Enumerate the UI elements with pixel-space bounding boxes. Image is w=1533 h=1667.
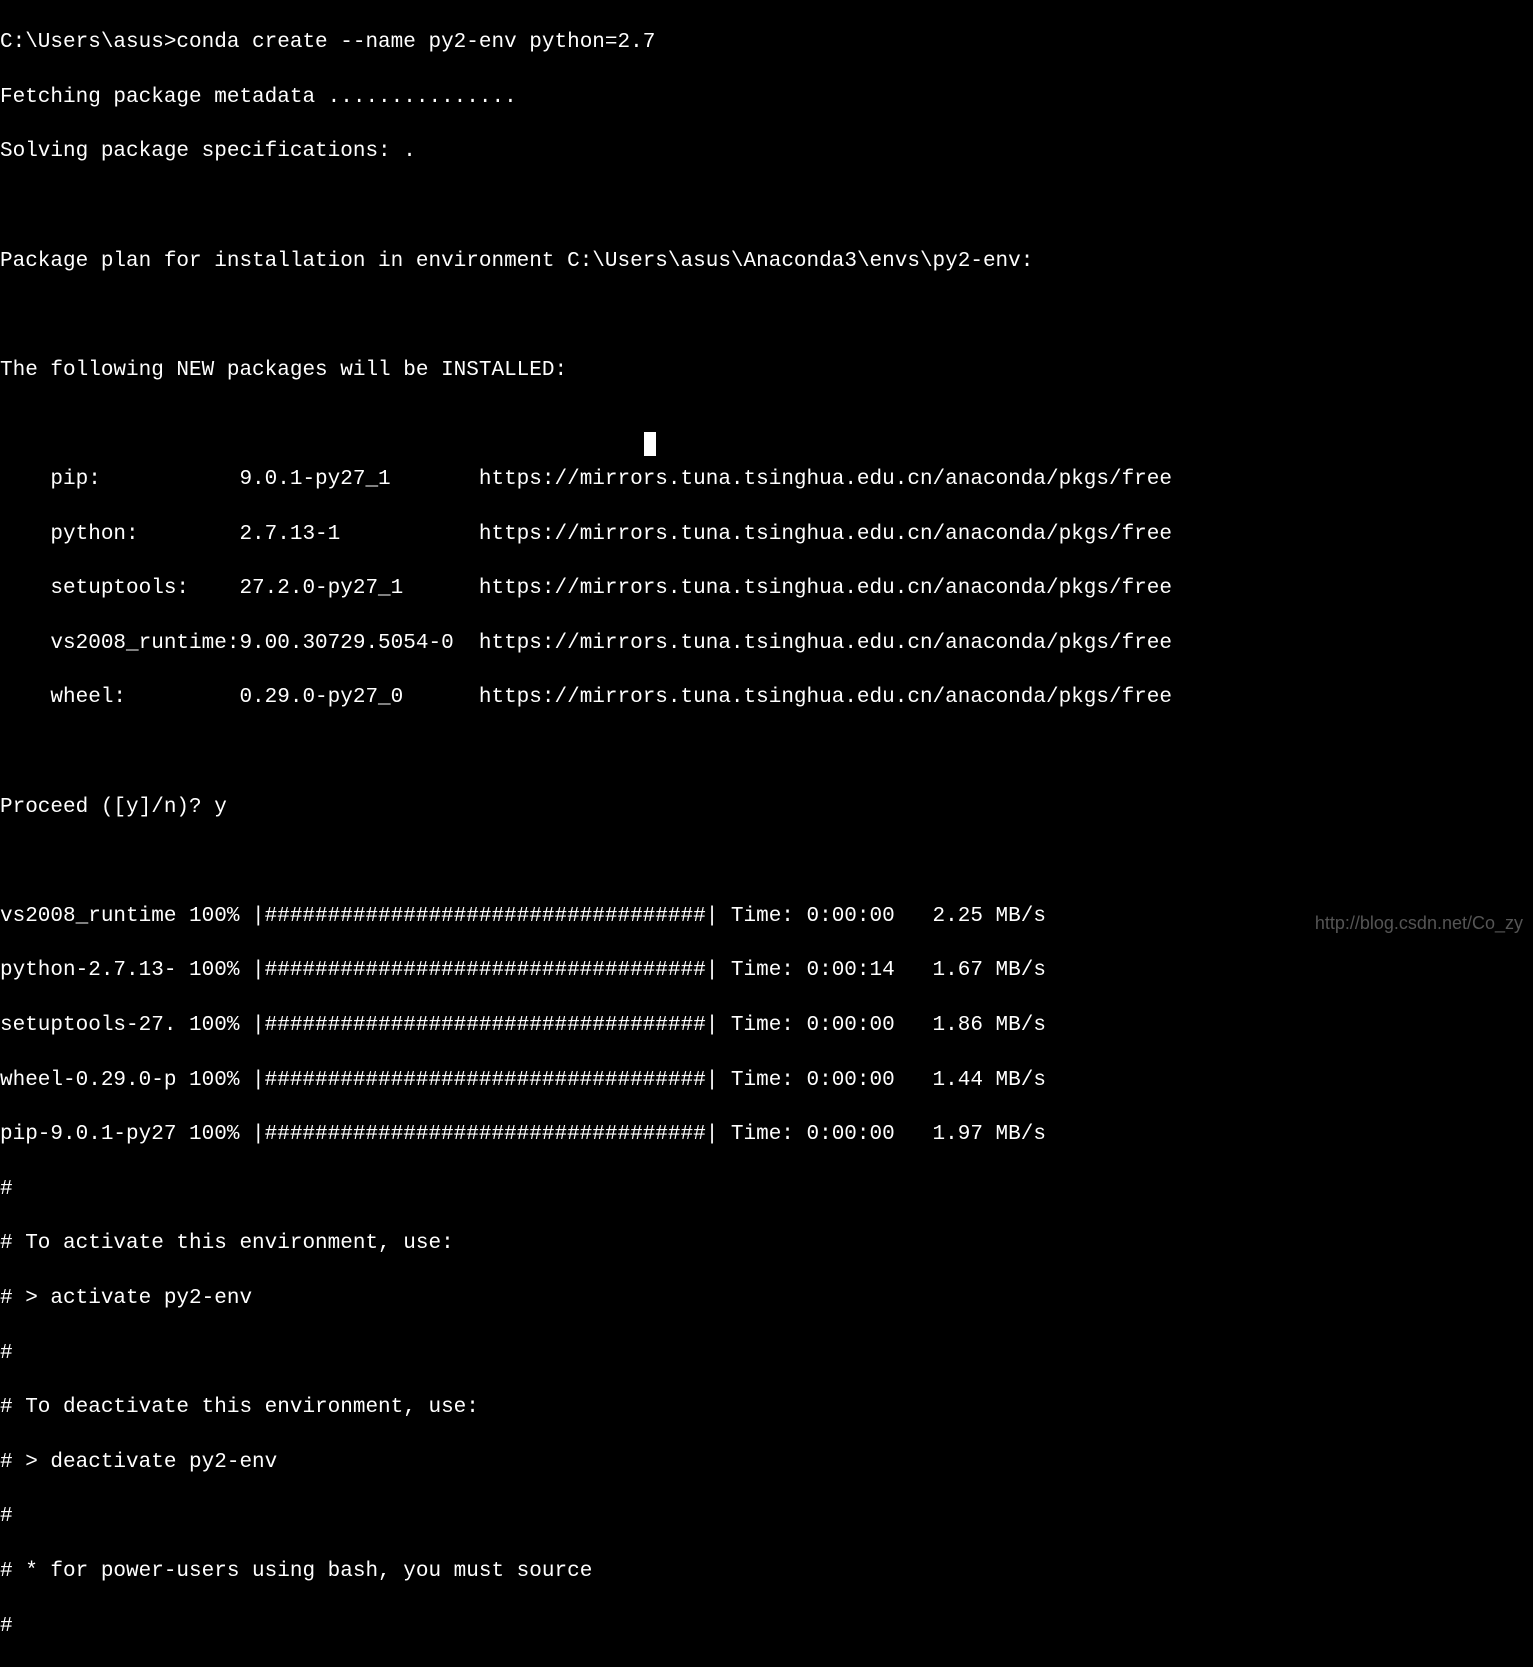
progress-time: Time: 0:00:00: [718, 1012, 894, 1039]
blank-line: [0, 302, 1533, 329]
footer-line: #: [0, 1340, 1533, 1367]
package-url: https://mirrors.tuna.tsinghua.edu.cn/ana…: [479, 466, 1533, 493]
package-version: 27.2.0-py27_1: [239, 575, 478, 602]
footer-line: # To deactivate this environment, use:: [0, 1394, 1533, 1421]
package-row: setuptools:27.2.0-py27_1https://mirrors.…: [0, 575, 1533, 602]
progress-row: pip-9.0.1-py27100%|#####################…: [0, 1121, 1533, 1148]
progress-time: Time: 0:00:00: [718, 1121, 894, 1148]
progress-percent: 100%: [189, 1067, 252, 1094]
package-row: wheel:0.29.0-py27_0https://mirrors.tuna.…: [0, 684, 1533, 711]
package-row: pip:9.0.1-py27_1https://mirrors.tuna.tsi…: [0, 466, 1533, 493]
progress-speed: 1.67 MB/s: [895, 957, 1046, 984]
progress-name: vs2008_runtime: [0, 903, 189, 930]
progress-time: Time: 0:00:00: [718, 1067, 894, 1094]
progress-row: python-2.7.13-100%|#####################…: [0, 957, 1533, 984]
footer-line: #: [0, 1503, 1533, 1530]
progress-bar: |###################################|: [252, 903, 718, 930]
progress-row: wheel-0.29.0-p100%|#####################…: [0, 1067, 1533, 1094]
progress-row: setuptools-27.100%|#####################…: [0, 1012, 1533, 1039]
progress-time: Time: 0:00:00: [718, 903, 894, 930]
package-name: python:: [0, 521, 239, 548]
blank-line: [0, 848, 1533, 875]
progress-time: Time: 0:00:14: [718, 957, 894, 984]
new-packages-header: The following NEW packages will be INSTA…: [0, 357, 1533, 384]
progress-name: wheel-0.29.0-p: [0, 1067, 189, 1094]
progress-percent: 100%: [189, 1121, 252, 1148]
cursor-icon: [644, 432, 656, 456]
terminal-output[interactable]: C:\Users\asus>conda create --name py2-en…: [0, 0, 1533, 1667]
progress-speed: 1.44 MB/s: [895, 1067, 1046, 1094]
progress-name: setuptools-27.: [0, 1012, 189, 1039]
footer-line: # To activate this environment, use:: [0, 1230, 1533, 1257]
prompt-line: C:\Users\asus>conda create --name py2-en…: [0, 29, 1533, 56]
package-row: python:2.7.13-1https://mirrors.tuna.tsin…: [0, 521, 1533, 548]
package-version: 9.00.30729.5054-0: [239, 630, 478, 657]
package-row: vs2008_runtime:9.00.30729.5054-0https://…: [0, 630, 1533, 657]
footer-line: # > deactivate py2-env: [0, 1449, 1533, 1476]
progress-percent: 100%: [189, 957, 252, 984]
fetching-line: Fetching package metadata ..............…: [0, 84, 1533, 111]
watermark: http://blog.csdn.net/Co_zy: [1315, 912, 1523, 935]
plan-header: Package plan for installation in environ…: [0, 248, 1533, 275]
footer-line: # * for power-users using bash, you must…: [0, 1558, 1533, 1585]
blank-line: [0, 739, 1533, 766]
progress-bar: |###################################|: [252, 1121, 718, 1148]
progress-percent: 100%: [189, 1012, 252, 1039]
progress-speed: 1.86 MB/s: [895, 1012, 1046, 1039]
package-name: vs2008_runtime:: [0, 630, 239, 657]
package-url: https://mirrors.tuna.tsinghua.edu.cn/ana…: [479, 630, 1533, 657]
blank-line: [0, 193, 1533, 220]
package-url: https://mirrors.tuna.tsinghua.edu.cn/ana…: [479, 684, 1533, 711]
package-name: pip:: [0, 466, 239, 493]
progress-name: python-2.7.13-: [0, 957, 189, 984]
progress-bar: |###################################|: [252, 1067, 718, 1094]
package-version: 0.29.0-py27_0: [239, 684, 478, 711]
progress-speed: 1.97 MB/s: [895, 1121, 1046, 1148]
package-name: wheel:: [0, 684, 239, 711]
progress-percent: 100%: [189, 903, 252, 930]
package-version: 9.0.1-py27_1: [239, 466, 478, 493]
package-version: 2.7.13-1: [239, 521, 478, 548]
proceed-prompt: Proceed ([y]/n)? y: [0, 794, 1533, 821]
solving-line: Solving package specifications: .: [0, 138, 1533, 165]
progress-bar: |###################################|: [252, 957, 718, 984]
progress-bar: |###################################|: [252, 1012, 718, 1039]
progress-speed: 2.25 MB/s: [895, 903, 1046, 930]
package-url: https://mirrors.tuna.tsinghua.edu.cn/ana…: [479, 575, 1533, 602]
footer-line: # > activate py2-env: [0, 1285, 1533, 1312]
footer-line: #: [0, 1176, 1533, 1203]
package-name: setuptools:: [0, 575, 239, 602]
progress-row: vs2008_runtime100%|#####################…: [0, 903, 1533, 930]
progress-name: pip-9.0.1-py27: [0, 1121, 189, 1148]
package-url: https://mirrors.tuna.tsinghua.edu.cn/ana…: [479, 521, 1533, 548]
footer-line: #: [0, 1613, 1533, 1640]
blank-line: [0, 411, 1533, 438]
